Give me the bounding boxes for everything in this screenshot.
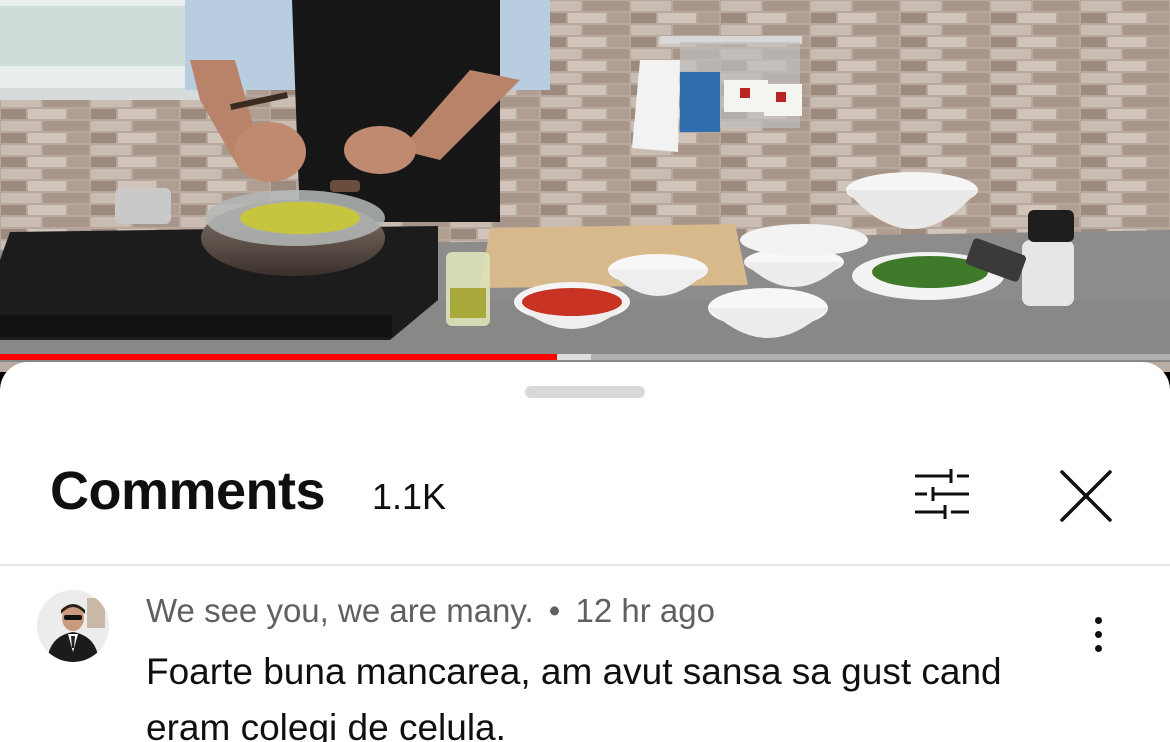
- avatar-image: [37, 590, 109, 662]
- progress-played: [0, 354, 557, 360]
- comment-text: Foarte buna mancarea, am avut sansa sa g…: [146, 651, 1002, 742]
- comments-header: Comments 1.1K: [0, 442, 1170, 542]
- comments-count: 1.1K: [372, 476, 447, 517]
- close-button[interactable]: [1046, 456, 1126, 536]
- progress-bar[interactable]: [0, 354, 1170, 360]
- meta-separator: •: [548, 592, 561, 629]
- header-divider: [0, 564, 1170, 566]
- avatar[interactable]: [37, 590, 109, 662]
- drag-handle[interactable]: [525, 386, 645, 398]
- close-icon: [1060, 470, 1112, 522]
- comment-menu-button[interactable]: [1078, 604, 1118, 664]
- comments-panel: Comments 1.1K We see you, we are many. •…: [0, 362, 1170, 742]
- comment-author[interactable]: We see you, we are many.: [146, 592, 534, 629]
- video-frame: [0, 0, 1170, 362]
- comment-item: We see you, we are many. • 12 hr ago Foa…: [0, 576, 1170, 742]
- sliders-icon: [915, 469, 969, 519]
- comment-time: 12 hr ago: [575, 592, 715, 629]
- sort-filter-button[interactable]: [904, 456, 980, 532]
- video-player[interactable]: [0, 0, 1170, 372]
- comments-title: Comments: [50, 461, 326, 521]
- more-vertical-icon: [1094, 616, 1102, 652]
- comment-meta: We see you, we are many. • 12 hr ago: [146, 592, 715, 630]
